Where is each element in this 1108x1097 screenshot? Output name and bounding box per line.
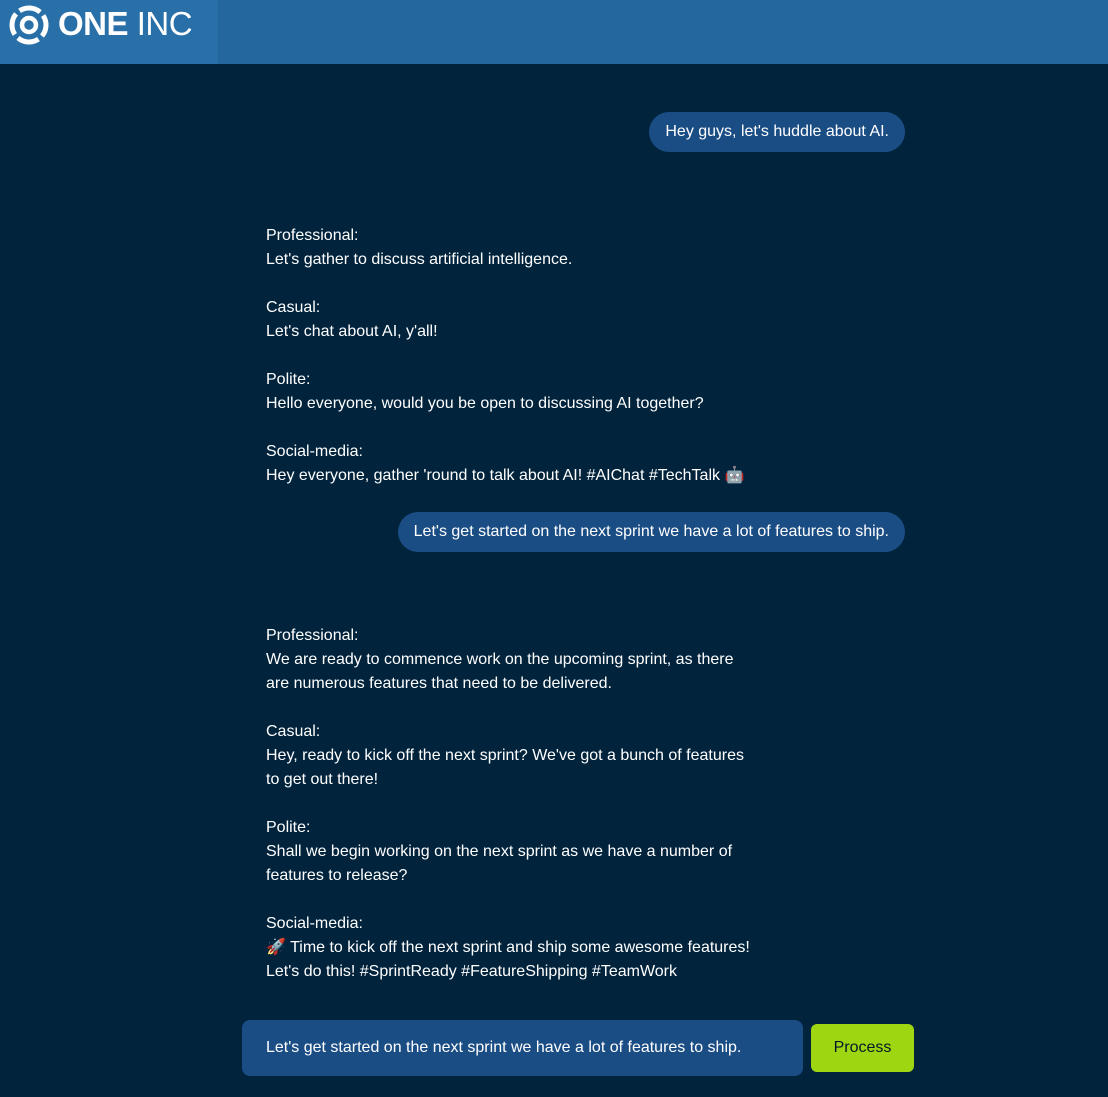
- user-message-bubble: Let's get started on the next sprint we …: [397, 512, 905, 552]
- variant-text: Hello everyone, would you be open to dis…: [266, 395, 704, 412]
- assistant-response: Professional: Let's gather to discuss ar…: [266, 224, 766, 512]
- variant-text: Hey, ready to kick off the next sprint? …: [266, 747, 744, 788]
- variant-label: Polite:: [266, 819, 311, 836]
- variant-professional: Professional: Let's gather to discuss ar…: [266, 224, 766, 272]
- brand-wordmark-inc: INC: [136, 5, 193, 42]
- variant-text: Shall we begin working on the next sprin…: [266, 843, 733, 884]
- variant-label: Professional:: [266, 227, 359, 244]
- brand-wordmark-one: ONE: [58, 5, 129, 42]
- brand-logo[interactable]: ONE INC: [0, 0, 218, 64]
- variant-text: Let's chat about AI, y'all!: [266, 323, 438, 340]
- variant-polite: Polite: Hello everyone, would you be ope…: [266, 368, 766, 416]
- user-message-bubble: Hey guys, let's huddle about AI.: [649, 112, 905, 152]
- variant-text: Let's gather to discuss artificial intel…: [266, 251, 573, 268]
- brand-wordmark: ONE INC: [58, 5, 193, 43]
- one-inc-logo-icon: [9, 5, 49, 45]
- variant-casual: Casual: Hey, ready to kick off the next …: [266, 720, 766, 792]
- variant-label: Social-media:: [266, 915, 363, 932]
- message-composer: [242, 1020, 803, 1076]
- variant-professional: Professional: We are ready to commence w…: [266, 624, 766, 696]
- assistant-response: Professional: We are ready to commence w…: [266, 624, 766, 1008]
- variant-label: Polite:: [266, 371, 311, 388]
- variant-label: Social-media:: [266, 443, 363, 460]
- variant-casual: Casual: Let's chat about AI, y'all!: [266, 296, 766, 344]
- variant-text: 🚀 Time to kick off the next sprint and s…: [266, 939, 750, 980]
- variant-social-media: Social-media: Hey everyone, gather 'roun…: [266, 440, 766, 488]
- app-header: ONE INC: [0, 0, 1108, 64]
- process-button[interactable]: Process: [811, 1024, 914, 1072]
- message-input[interactable]: [266, 1020, 779, 1076]
- variant-label: Casual:: [266, 299, 321, 316]
- variant-polite: Polite: Shall we begin working on the ne…: [266, 816, 766, 888]
- variant-text: Hey everyone, gather 'round to talk abou…: [266, 467, 745, 484]
- variant-text: We are ready to commence work on the upc…: [266, 651, 734, 692]
- variant-label: Casual:: [266, 723, 321, 740]
- variant-social-media: Social-media: 🚀 Time to kick off the nex…: [266, 912, 766, 984]
- variant-label: Professional:: [266, 627, 359, 644]
- chat-thread: Hey guys, let's huddle about AI. Profess…: [0, 64, 1108, 1014]
